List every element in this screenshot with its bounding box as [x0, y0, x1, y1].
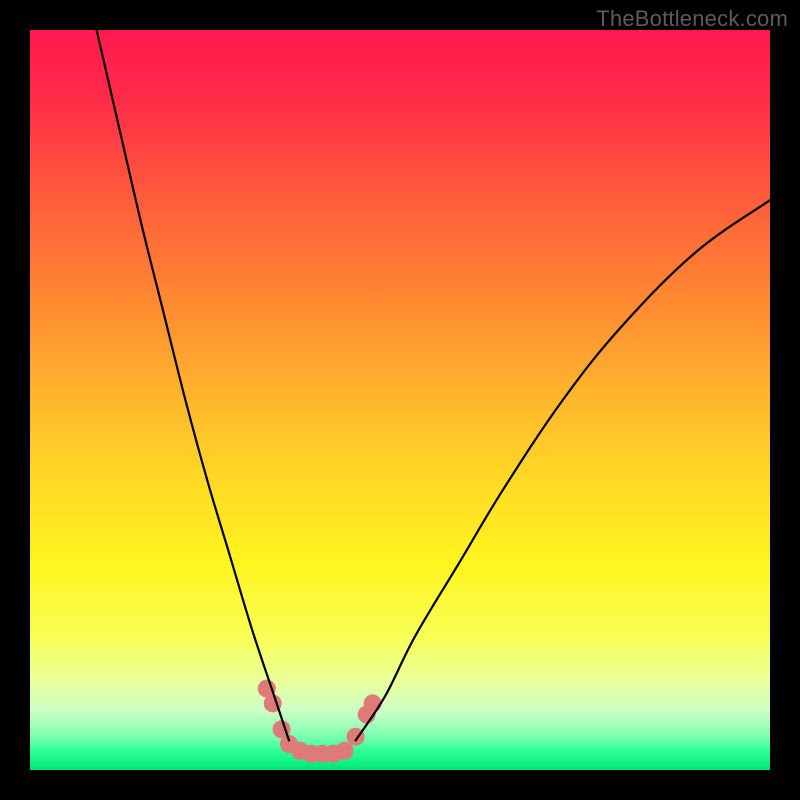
- marker-dot: [364, 694, 382, 712]
- left-branch-curve: [97, 30, 289, 740]
- chart-foreground: [30, 30, 770, 770]
- chart-container: TheBottleneck.com: [0, 0, 800, 800]
- marker-dot: [336, 742, 354, 760]
- plot-area: [30, 30, 770, 770]
- marker-dots: [258, 680, 382, 763]
- watermark-text: TheBottleneck.com: [596, 6, 788, 32]
- right-branch-curve: [356, 200, 770, 740]
